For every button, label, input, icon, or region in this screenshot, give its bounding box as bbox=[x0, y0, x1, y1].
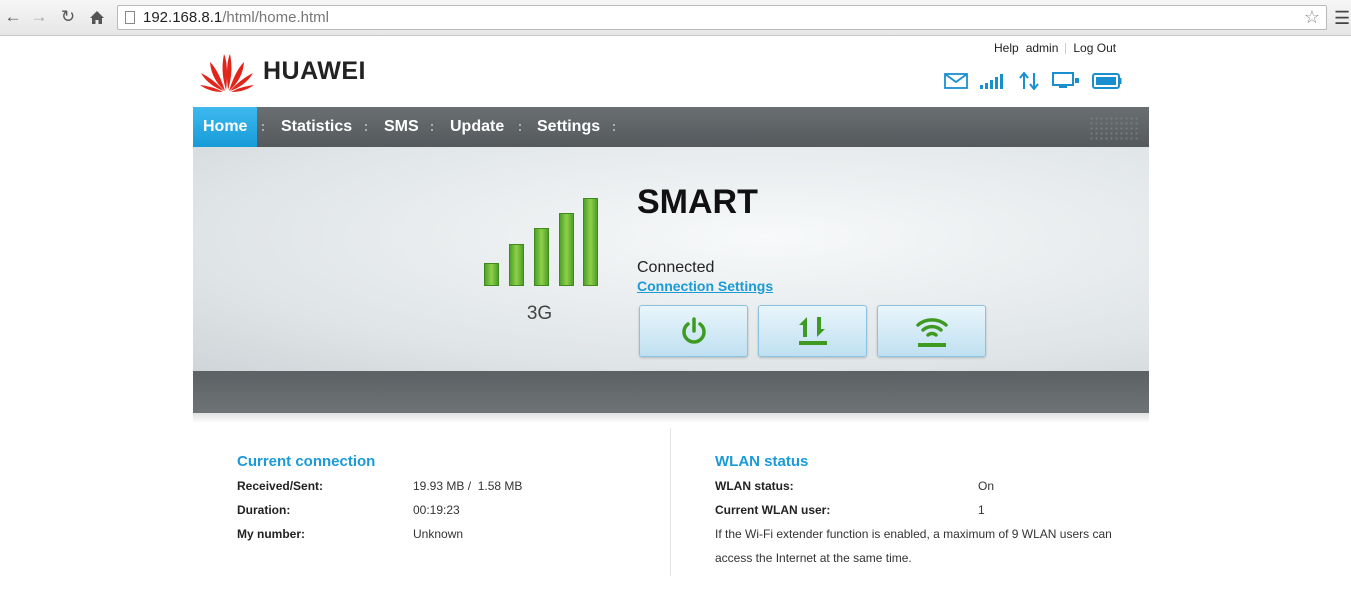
nav-separator bbox=[262, 124, 264, 131]
address-bar[interactable]: 192.168.8.1/html/home.html ☆ bbox=[117, 5, 1327, 30]
data-transfer-icon bbox=[1019, 72, 1039, 90]
network-type: 3G bbox=[526, 303, 553, 324]
wlan-user-label: Current WLAN user: bbox=[715, 503, 831, 517]
signal-bar bbox=[583, 198, 598, 286]
nav-separator bbox=[519, 124, 521, 131]
logout-link[interactable]: Log Out bbox=[1073, 41, 1116, 55]
signal-bar bbox=[509, 244, 524, 286]
data-transfer-button[interactable] bbox=[758, 305, 867, 357]
pc-connection-icon bbox=[1052, 72, 1079, 88]
connection-status: Connected bbox=[637, 259, 715, 276]
panel-footer-bar bbox=[193, 371, 1149, 413]
panel-divider bbox=[670, 428, 671, 576]
wlan-user-value: 1 bbox=[978, 503, 985, 517]
forward-arrow-icon[interactable]: → bbox=[28, 6, 50, 28]
received-sent-label: Received/Sent: bbox=[237, 479, 324, 493]
battery-icon bbox=[1092, 73, 1122, 89]
huawei-petal-logo-icon bbox=[200, 54, 254, 92]
nav-separator bbox=[365, 124, 367, 131]
nav-settings[interactable]: Settings bbox=[537, 107, 600, 147]
power-icon bbox=[681, 317, 706, 344]
received-sent-value: 19.93 MB / 1.58 MB bbox=[413, 479, 523, 493]
nav-separator bbox=[613, 124, 615, 131]
back-arrow-icon[interactable]: ← bbox=[2, 6, 24, 28]
power-button[interactable] bbox=[639, 305, 748, 357]
huawei-logo: HUAWEI bbox=[199, 50, 366, 92]
upload-download-icon bbox=[798, 317, 827, 345]
status-icons bbox=[944, 72, 1122, 90]
help-link[interactable]: Help bbox=[994, 41, 1019, 55]
user-name: admin bbox=[1025, 41, 1059, 55]
signal-bar bbox=[484, 263, 499, 286]
duration-value: 00:19:23 bbox=[413, 503, 460, 517]
wlan-status-title: WLAN status bbox=[715, 453, 809, 470]
nav-sms[interactable]: SMS bbox=[384, 107, 419, 147]
connection-settings-link[interactable]: Connection Settings bbox=[637, 278, 773, 294]
my-number-value: Unknown bbox=[413, 527, 464, 541]
url-host: 192.168.8.1 bbox=[143, 9, 223, 26]
page-icon bbox=[125, 11, 135, 24]
browser-menu-icon[interactable]: ☰ bbox=[1334, 8, 1350, 29]
nav-separator bbox=[431, 124, 433, 131]
wlan-status-label: WLAN status: bbox=[715, 479, 794, 493]
wlan-status-value: On bbox=[978, 479, 995, 493]
home-icon[interactable] bbox=[86, 6, 108, 28]
signal-bar bbox=[559, 213, 574, 286]
panel-shadow bbox=[193, 413, 1149, 423]
reload-icon[interactable]: ↻ bbox=[57, 6, 79, 28]
nav-update[interactable]: Update bbox=[450, 107, 504, 147]
wifi-button[interactable] bbox=[877, 305, 986, 357]
signal-strength-bars bbox=[484, 196, 599, 286]
wifi-icon bbox=[915, 318, 948, 347]
nav-statistics[interactable]: Statistics bbox=[281, 107, 352, 147]
brand-name: HUAWEI bbox=[263, 56, 366, 85]
current-connection-title: Current connection bbox=[237, 453, 376, 470]
wlan-extender-note: If the Wi-Fi extender function is enable… bbox=[715, 527, 1112, 565]
nav-decoration bbox=[1089, 116, 1139, 140]
bookmark-star-icon[interactable]: ☆ bbox=[1304, 7, 1320, 28]
my-number-label: My number: bbox=[237, 527, 306, 541]
nav-home[interactable]: Home bbox=[193, 107, 258, 147]
top-links: Help admin Log Out bbox=[994, 41, 1116, 55]
mail-icon[interactable] bbox=[944, 73, 968, 89]
link-divider bbox=[1065, 43, 1067, 54]
main-nav: Home Statistics SMS Update Settings bbox=[193, 107, 1149, 147]
signal-icon bbox=[980, 74, 1003, 89]
signal-bar bbox=[534, 228, 549, 286]
url-path: /html/home.html bbox=[222, 9, 329, 26]
browser-toolbar: ← → ↻ 192.168.8.1/html/home.html ☆ ☰ bbox=[0, 0, 1351, 36]
operator-name: SMART bbox=[637, 183, 758, 221]
duration-label: Duration: bbox=[237, 503, 291, 517]
